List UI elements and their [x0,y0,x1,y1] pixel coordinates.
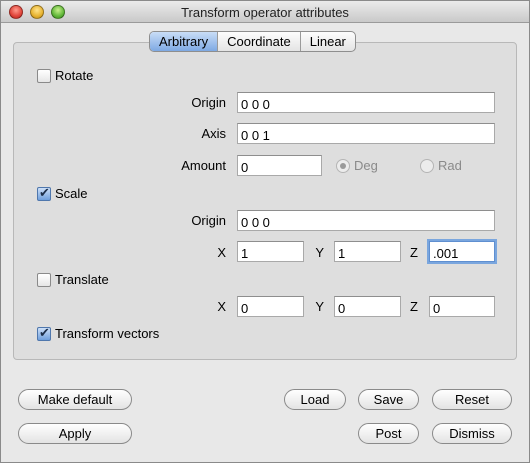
dismiss-button[interactable]: Dismiss [432,423,512,444]
rotate-origin-label: Origin [191,95,226,110]
apply-button[interactable]: Apply [18,423,132,444]
scale-x-label: X [217,245,226,260]
dialog-window: Transform operator attributes Rotate Ori… [0,0,530,463]
post-button[interactable]: Post [358,423,419,444]
deg-radio-label: Deg [354,158,378,173]
transform-vectors-label: Transform vectors [55,326,160,341]
rotate-origin-input[interactable] [237,92,495,113]
scale-origin-input[interactable] [237,210,495,231]
mode-tabs: Arbitrary Coordinate Linear [149,31,356,52]
translate-y-input[interactable] [334,296,401,317]
rad-radio-label: Rad [438,158,462,173]
scale-origin-label: Origin [191,213,226,228]
rotate-label: Rotate [55,68,94,83]
translate-y-label: Y [315,299,324,314]
scale-label: Scale [55,186,88,201]
load-button[interactable]: Load [284,389,346,410]
reset-button[interactable]: Reset [432,389,512,410]
tab-arbitrary[interactable]: Arbitrary [150,32,219,51]
deg-radio[interactable] [336,159,350,173]
translate-checkbox[interactable] [37,273,51,287]
rotate-checkbox[interactable] [37,69,51,83]
scale-y-input[interactable] [334,241,401,262]
rotate-amount-input[interactable] [237,155,322,176]
tab-linear[interactable]: Linear [301,32,355,51]
scale-z-label: Z [410,245,418,260]
rotate-amount-label: Amount [181,158,226,173]
rad-radio[interactable] [420,159,434,173]
rotate-axis-label: Axis [201,126,226,141]
make-default-button[interactable]: Make default [18,389,132,410]
translate-x-label: X [217,299,226,314]
scale-z-input[interactable] [429,241,495,262]
translate-z-input[interactable] [429,296,495,317]
save-button[interactable]: Save [358,389,419,410]
settings-panel: Rotate Origin Axis Amount Deg Rad Scale … [13,42,517,360]
rotate-axis-input[interactable] [237,123,495,144]
translate-z-label: Z [410,299,418,314]
window-title: Transform operator attributes [181,5,349,20]
scale-checkbox[interactable] [37,185,51,201]
transform-vectors-checkbox[interactable] [37,325,51,341]
title-bar[interactable]: Transform operator attributes [1,1,529,23]
scale-y-label: Y [315,245,324,260]
translate-label: Translate [55,272,109,287]
scale-x-input[interactable] [237,241,304,262]
translate-x-input[interactable] [237,296,304,317]
tab-coordinate[interactable]: Coordinate [218,32,301,51]
